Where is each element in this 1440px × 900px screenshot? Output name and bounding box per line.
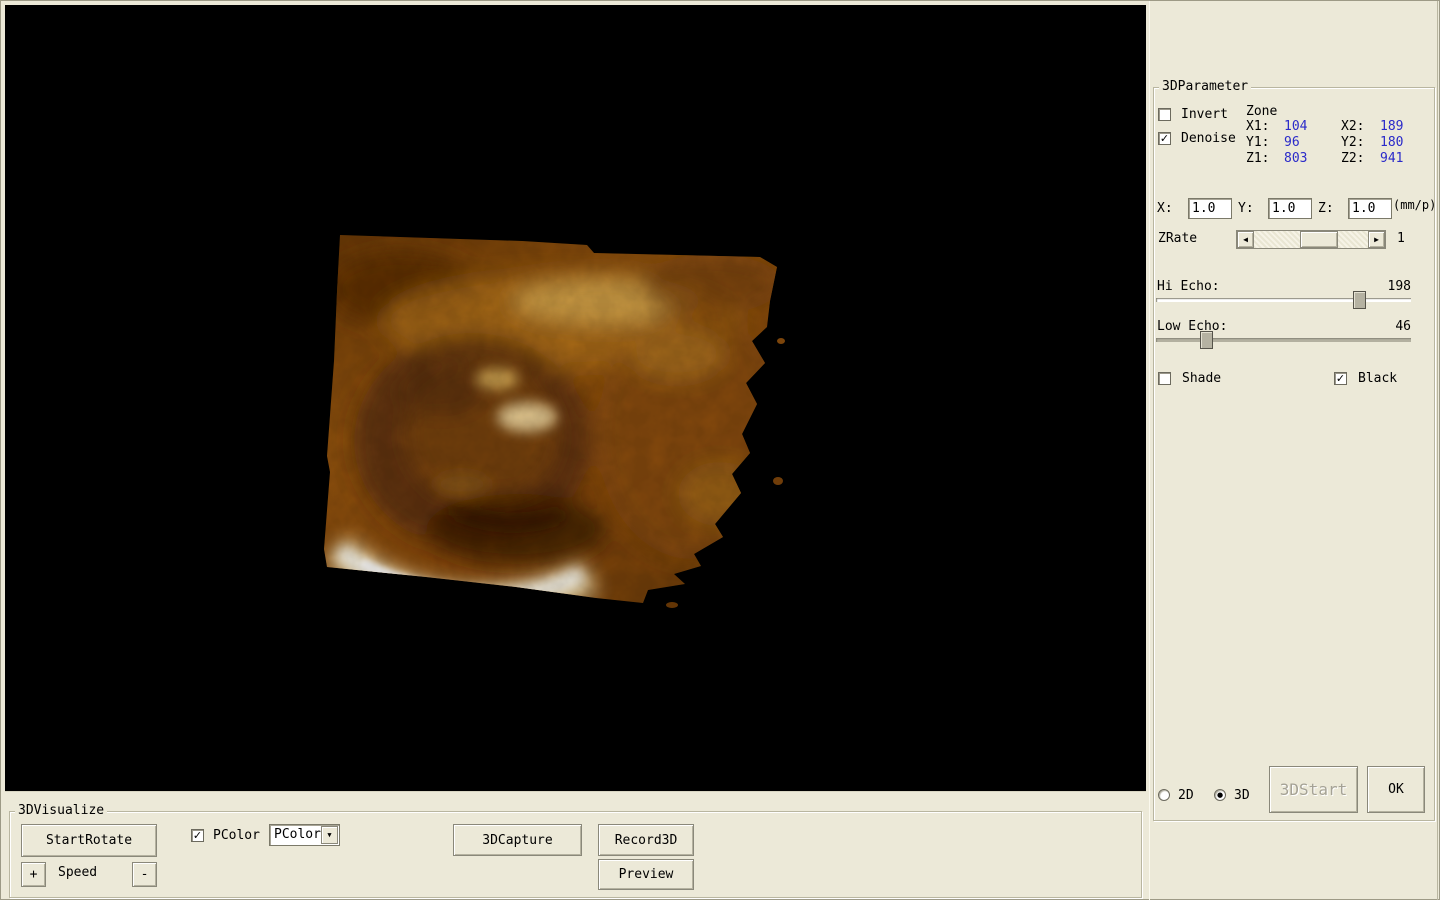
- visualize-group-title: 3DVisualize: [15, 803, 107, 818]
- pcolor-combobox[interactable]: PColor ▼: [269, 824, 340, 846]
- pcolor-checkmark: ✓: [193, 830, 202, 841]
- mode-2d-radio[interactable]: [1158, 789, 1170, 801]
- ok-button[interactable]: OK: [1367, 766, 1425, 813]
- combo-dropdown-button[interactable]: ▼: [321, 826, 338, 844]
- hi-echo-slider[interactable]: [1156, 298, 1411, 302]
- x-scale-label: X:: [1157, 201, 1173, 216]
- record3d-button[interactable]: Record3D: [598, 824, 694, 856]
- zone-z2-value: 941: [1380, 151, 1403, 166]
- mode-3d-label: 3D: [1234, 788, 1250, 803]
- pcolor-checkbox[interactable]: ✓: [191, 829, 204, 842]
- speed-plus-button[interactable]: +: [21, 862, 46, 887]
- low-echo-slider[interactable]: [1156, 338, 1411, 342]
- scale-unit-label: (mm/p): [1393, 198, 1436, 212]
- low-echo-value: 46: [1387, 319, 1411, 334]
- zrate-label: ZRate: [1158, 231, 1197, 246]
- speed-label: Speed: [58, 865, 97, 880]
- zone-y1-label: Y1:: [1246, 135, 1269, 150]
- pcolor-combo-value: PColor: [274, 827, 321, 842]
- low-echo-label: Low Echo:: [1157, 319, 1227, 334]
- low-echo-thumb[interactable]: [1200, 331, 1213, 349]
- zrate-left-arrow[interactable]: ◀: [1237, 231, 1254, 248]
- zone-y1-value: 96: [1284, 135, 1300, 150]
- black-label: Black: [1358, 371, 1397, 386]
- zrate-value: 1: [1397, 231, 1405, 246]
- parameter-group-title: 3DParameter: [1159, 79, 1251, 94]
- hi-echo-thumb[interactable]: [1353, 291, 1366, 309]
- chevron-down-icon: ▼: [327, 831, 331, 839]
- 3dcapture-button[interactable]: 3DCapture: [453, 824, 582, 856]
- zrate-scrollbar[interactable]: ◀ ▶: [1236, 230, 1386, 249]
- zone-title: Zone: [1246, 104, 1277, 119]
- zone-z1-label: Z1:: [1246, 151, 1269, 166]
- zrate-track[interactable]: [1254, 231, 1368, 248]
- zone-x1-value: 104: [1284, 119, 1307, 134]
- x-scale-input[interactable]: [1188, 198, 1232, 219]
- left-arrow-icon: ◀: [1243, 236, 1248, 244]
- zone-y2-value: 180: [1380, 135, 1403, 150]
- y-scale-input[interactable]: [1268, 198, 1312, 219]
- shade-label: Shade: [1182, 371, 1221, 386]
- z-scale-input[interactable]: [1348, 198, 1392, 219]
- mode-3d-radio[interactable]: ●: [1214, 789, 1226, 801]
- shade-checkbox[interactable]: [1158, 372, 1171, 385]
- speed-minus-button[interactable]: -: [132, 862, 157, 887]
- panel-divider: [5, 791, 1146, 793]
- app-window: { "window": { "bg_color": "#ECE9D8", "va…: [0, 0, 1440, 900]
- ultrasound-volume-render: [322, 229, 792, 609]
- render-viewport[interactable]: [5, 5, 1146, 791]
- pcolor-label: PColor: [213, 828, 260, 843]
- zone-y2-label: Y2:: [1341, 135, 1364, 150]
- zrate-thumb[interactable]: [1300, 231, 1338, 248]
- zone-x1-label: X1:: [1246, 119, 1269, 134]
- invert-label: Invert: [1181, 107, 1228, 122]
- z-scale-label: Z:: [1318, 201, 1334, 216]
- hi-echo-value: 198: [1387, 279, 1411, 294]
- denoise-checkmark: ✓: [1160, 133, 1169, 144]
- black-checkbox[interactable]: ✓: [1334, 372, 1347, 385]
- zone-x2-label: X2:: [1341, 119, 1364, 134]
- 3dstart-button[interactable]: 3DStart: [1269, 766, 1358, 813]
- y-scale-label: Y:: [1238, 201, 1254, 216]
- mode-2d-label: 2D: [1178, 788, 1194, 803]
- preview-button[interactable]: Preview: [598, 859, 694, 890]
- mode-3d-dot: ●: [1217, 792, 1223, 799]
- zrate-right-arrow[interactable]: ▶: [1368, 231, 1385, 248]
- hi-echo-label: Hi Echo:: [1157, 279, 1220, 294]
- zone-z2-label: Z2:: [1341, 151, 1364, 166]
- start-rotate-button[interactable]: StartRotate: [21, 824, 157, 857]
- black-checkmark: ✓: [1336, 373, 1345, 384]
- zone-x2-value: 189: [1380, 119, 1403, 134]
- invert-checkbox[interactable]: [1158, 108, 1171, 121]
- zone-z1-value: 803: [1284, 151, 1307, 166]
- denoise-label: Denoise: [1181, 131, 1236, 146]
- denoise-checkbox[interactable]: ✓: [1158, 132, 1171, 145]
- right-arrow-icon: ▶: [1374, 236, 1379, 244]
